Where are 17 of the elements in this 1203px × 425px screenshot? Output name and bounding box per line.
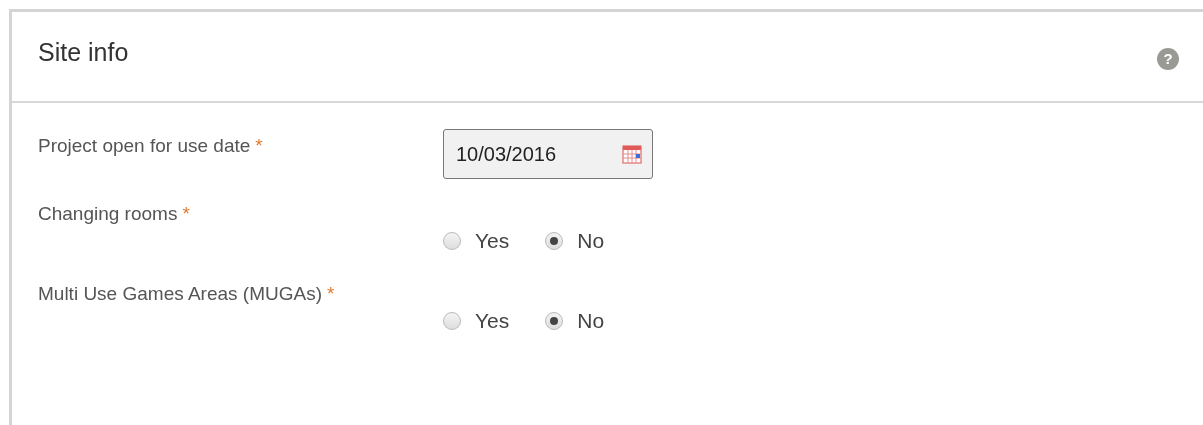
field-label: Multi Use Games Areas (MUGAs) bbox=[38, 283, 322, 304]
radio-button[interactable] bbox=[443, 232, 461, 250]
option-label: No bbox=[577, 309, 605, 333]
field-label: Project open for use date bbox=[38, 135, 251, 156]
radio-button[interactable] bbox=[545, 232, 564, 250]
calendar-icon[interactable] bbox=[622, 144, 642, 164]
panel-title: Site info bbox=[38, 38, 129, 67]
required-mark: * bbox=[182, 203, 190, 224]
option-label: No bbox=[577, 229, 605, 253]
option-label: Yes bbox=[475, 229, 510, 253]
date-field[interactable]: 10/03/2016 bbox=[443, 129, 653, 179]
field-label: Changing rooms bbox=[38, 203, 178, 224]
required-mark: * bbox=[327, 283, 335, 304]
radio-button[interactable] bbox=[443, 312, 461, 330]
required-mark: * bbox=[255, 135, 263, 156]
radio-button[interactable] bbox=[545, 312, 564, 330]
option-label: Yes bbox=[475, 309, 510, 333]
